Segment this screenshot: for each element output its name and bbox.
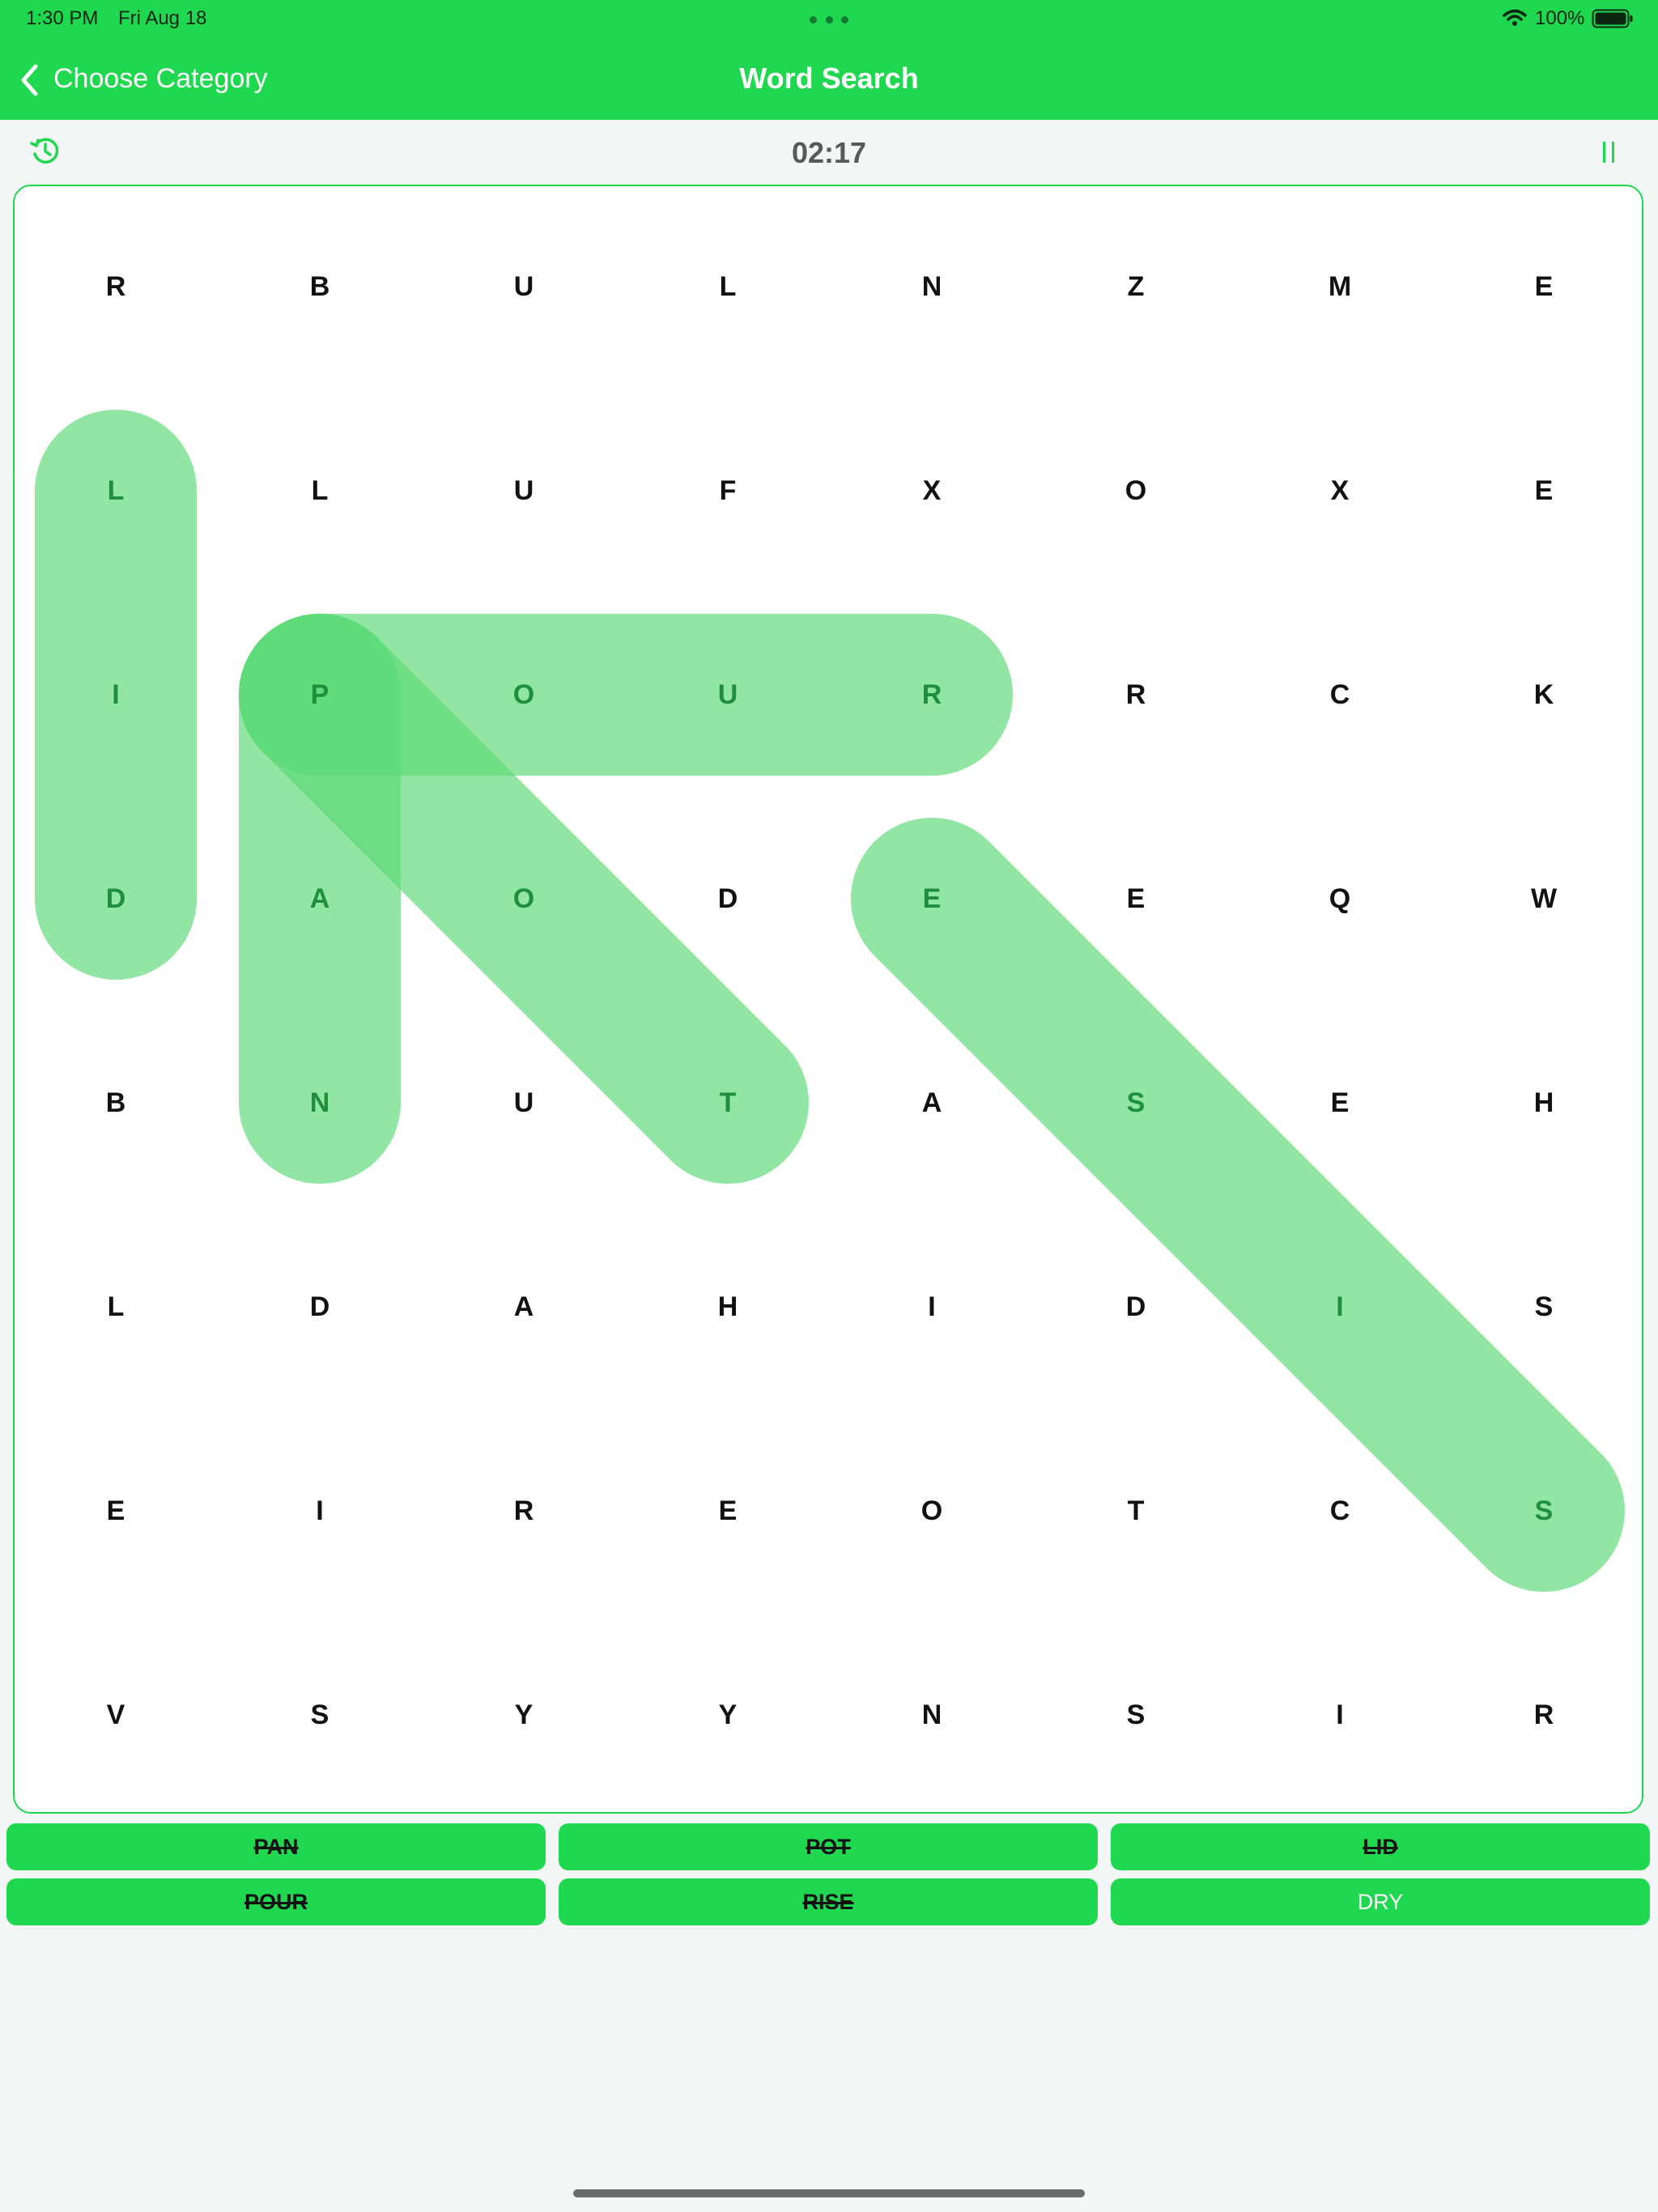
grid-cell[interactable]: I [883,1283,980,1331]
grid-cell[interactable]: U [475,1078,572,1127]
word-chip-pot: POT [559,1823,1098,1870]
grid-cell[interactable]: K [1495,670,1592,719]
timer: 02:17 [791,136,867,169]
grid-cell[interactable]: O [475,670,572,719]
grid-cell[interactable]: U [475,262,572,311]
grid-cell[interactable]: X [883,466,980,515]
navigation-bar: Choose Category Word Search [0,39,1658,120]
pause-icon[interactable] [1600,139,1619,165]
grid-cell[interactable]: L [679,262,776,311]
grid-cell[interactable]: S [1087,1078,1184,1127]
grid-cell[interactable]: O [475,874,572,923]
grid-cell[interactable]: R [883,670,980,719]
grid-cell[interactable]: U [679,670,776,719]
word-label: RISE [802,1890,854,1914]
word-label: POT [806,1835,851,1859]
grid-cell[interactable]: E [1495,466,1592,515]
word-chip-lid: LID [1111,1823,1650,1870]
word-chip-pan: PAN [6,1823,546,1870]
multitasking-dots-icon[interactable] [810,16,848,23]
grid-cell[interactable]: L [67,466,164,515]
grid-cell[interactable]: D [1087,1283,1184,1331]
grid-cell[interactable]: I [271,1487,368,1535]
word-label: PAN [253,1835,299,1859]
grid-cell[interactable]: D [679,874,776,923]
grid-cell[interactable]: U [475,466,572,515]
grid-cell[interactable]: A [883,1078,980,1127]
grid-cell[interactable]: L [67,1283,164,1331]
status-date: Fri Aug 18 [118,7,207,29]
grid-cell[interactable]: O [883,1487,980,1535]
grid-cell[interactable]: E [679,1487,776,1535]
grid-cell[interactable]: Z [1087,262,1184,311]
grid-cell[interactable]: R [67,262,164,311]
grid-cell[interactable]: S [1495,1487,1592,1535]
grid-cell[interactable]: A [271,874,368,923]
highlight-rise [851,818,1625,1592]
grid-cell[interactable]: P [271,670,368,719]
grid-cell[interactable]: T [679,1078,776,1127]
grid-cell[interactable]: E [67,1487,164,1535]
battery-percent: 100% [1535,7,1585,29]
grid-cell[interactable]: R [1495,1691,1592,1739]
grid-cell[interactable]: S [1495,1283,1592,1331]
grid-cell[interactable]: N [883,262,980,311]
grid-cell[interactable]: Q [1291,874,1388,923]
grid-cell[interactable]: H [1495,1078,1592,1127]
status-bar: 1:30 PM Fri Aug 18 100% [0,0,1658,39]
grid-cell[interactable]: O [1087,466,1184,515]
grid-cell[interactable]: H [679,1283,776,1331]
grid-cell[interactable]: I [1291,1283,1388,1331]
grid-cell[interactable]: E [1291,1078,1388,1127]
word-chip-dry: DRY [1111,1878,1650,1925]
wifi-icon [1503,9,1527,26]
grid-cell[interactable]: N [883,1691,980,1739]
grid-cell[interactable]: C [1291,670,1388,719]
letter-grid[interactable]: R B U L N Z M E L L U F X O X E I P O U R R C K D A O D E E Q W B N U T A S E H… [13,185,1643,1814]
grid-cell[interactable]: X [1291,466,1388,515]
grid-cell[interactable]: L [271,466,368,515]
grid-cell[interactable]: E [1087,874,1184,923]
word-chip-pour: POUR [6,1878,546,1925]
game-toolbar: 02:17 [0,120,1658,185]
grid-cell[interactable]: W [1495,874,1592,923]
battery-icon [1592,9,1633,28]
word-label: LID [1363,1835,1398,1859]
grid-cell[interactable]: S [271,1691,368,1739]
grid-cell[interactable]: F [679,466,776,515]
grid-cell[interactable]: D [67,874,164,923]
page-title: Word Search [739,62,919,95]
grid-cell[interactable]: B [271,262,368,311]
grid-cell[interactable]: E [883,874,980,923]
grid-cell[interactable]: T [1087,1487,1184,1535]
grid-cell[interactable]: I [1291,1691,1388,1739]
word-label: POUR [244,1890,308,1914]
found-word-highlights [35,410,1625,1592]
word-chip-rise: RISE [559,1878,1098,1925]
grid-cell[interactable]: D [271,1283,368,1331]
grid-cell[interactable]: M [1291,262,1388,311]
grid-cell[interactable]: R [475,1487,572,1535]
grid-cell[interactable]: S [1087,1691,1184,1739]
grid-cell[interactable]: I [67,670,164,719]
grid-cell[interactable]: Y [679,1691,776,1739]
status-time: 1:30 PM [26,7,99,29]
grid-cell[interactable]: Y [475,1691,572,1739]
grid-cell[interactable]: B [67,1078,164,1127]
home-indicator[interactable] [573,2189,1085,2197]
grid-cell[interactable]: C [1291,1487,1388,1535]
grid-cell[interactable]: E [1495,262,1592,311]
grid-cell[interactable]: R [1087,670,1184,719]
grid-cell[interactable]: V [67,1691,164,1739]
word-label: DRY [1357,1890,1404,1914]
grid-cell[interactable]: N [271,1078,368,1127]
grid-cell[interactable]: A [475,1283,572,1331]
